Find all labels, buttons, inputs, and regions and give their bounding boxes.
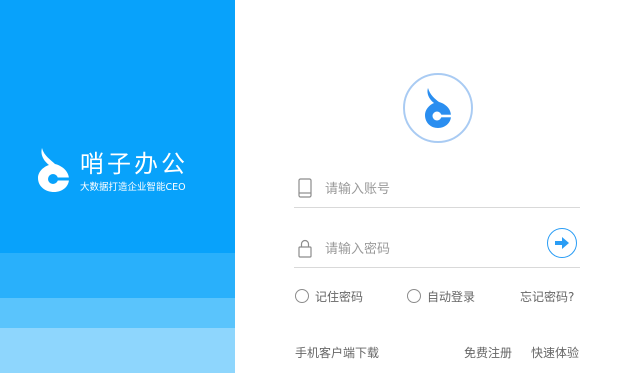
mobile-client-download-link[interactable]: 手机客户端下载 [295, 344, 379, 361]
lock-icon [298, 239, 312, 258]
auto-login-label: 自动登录 [427, 289, 476, 304]
decor-band [0, 298, 235, 328]
decor-band [0, 253, 235, 298]
auto-login-radio[interactable] [407, 289, 421, 303]
quick-trial-link[interactable]: 快速体验 [531, 344, 579, 361]
remember-password-option[interactable]: 记住密码 [295, 288, 363, 304]
whistle-logo-icon [38, 148, 70, 192]
password-field [294, 228, 580, 268]
avatar [403, 73, 473, 143]
remember-password-radio[interactable] [295, 289, 309, 303]
password-input[interactable] [325, 237, 535, 261]
brand-slogan: 大数据打造企业智能CEO [80, 182, 186, 193]
brand-name: 哨子办公 [80, 150, 188, 178]
brand-panel: 哨子办公 大数据打造企业智能CEO [0, 0, 235, 373]
account-input[interactable] [325, 177, 535, 201]
auto-login-option[interactable]: 自动登录 [407, 288, 475, 304]
phone-icon [298, 178, 312, 198]
whistle-logo-icon [425, 88, 452, 128]
login-submit-button[interactable] [547, 228, 577, 258]
account-field [294, 177, 580, 208]
forgot-password-link[interactable]: 忘记密码? [520, 288, 574, 305]
decor-band [0, 328, 235, 373]
arrow-right-icon [555, 237, 569, 249]
remember-password-label: 记住密码 [315, 289, 364, 304]
free-register-link[interactable]: 免费注册 [464, 344, 512, 361]
